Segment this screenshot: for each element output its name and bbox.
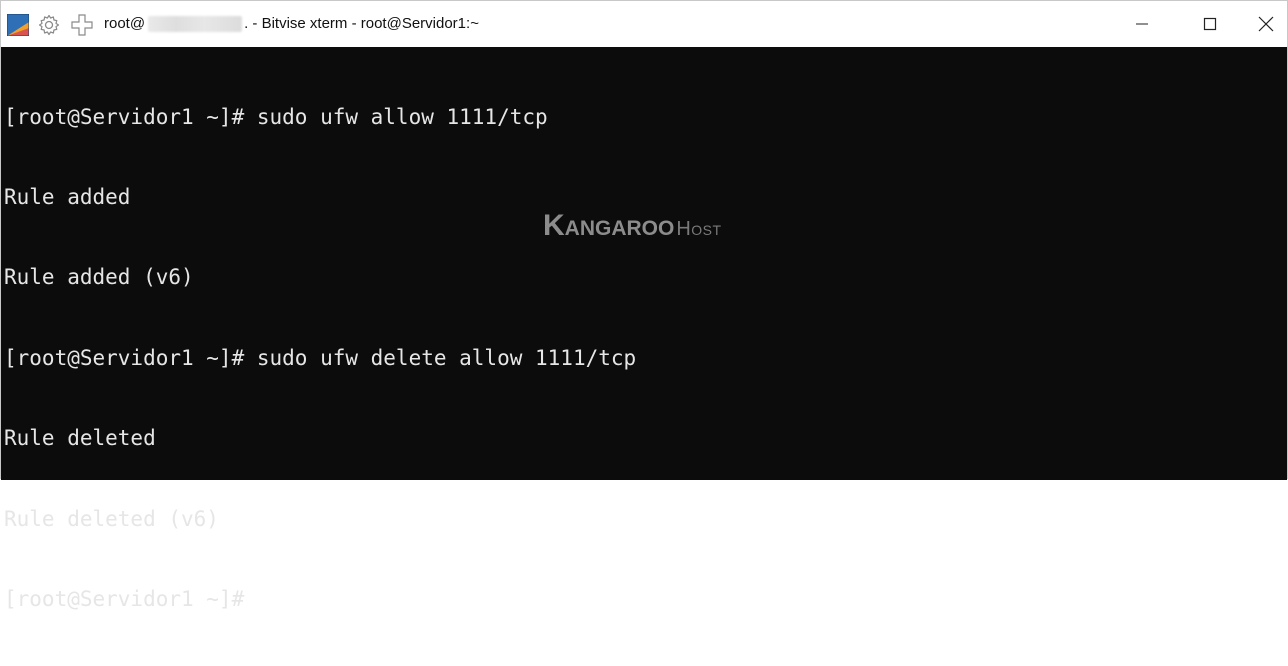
terminal-line: Rule deleted bbox=[4, 426, 156, 451]
watermark-brand: Kangaroo bbox=[543, 209, 675, 242]
close-icon bbox=[1258, 16, 1274, 32]
terminal-line: [root@Servidor1 ~]# sudo ufw allow 1111/… bbox=[4, 104, 548, 129]
kangaroo-host-watermark: Kangaroo Host bbox=[543, 209, 722, 243]
plus-icon[interactable] bbox=[71, 14, 93, 36]
terminal-output[interactable]: [root@Servidor1 ~]# sudo ufw allow 1111/… bbox=[1, 47, 1287, 611]
terminal-line: Rule added bbox=[4, 184, 131, 209]
title-prefix: root@ bbox=[104, 15, 146, 32]
terminal-line: Rule added (v6) bbox=[4, 265, 194, 290]
minimize-icon bbox=[1136, 23, 1148, 25]
maximize-button[interactable] bbox=[1187, 1, 1233, 47]
maximize-icon bbox=[1203, 17, 1217, 31]
watermark-suffix: Host bbox=[676, 218, 722, 240]
window-title: root@ . - Bitvise xterm - root@Servidor1:… bbox=[104, 15, 479, 33]
title-suffix: . - Bitvise xterm - root@Servidor1:~ bbox=[244, 15, 479, 32]
close-button[interactable] bbox=[1243, 1, 1288, 47]
terminal-prompt: [root@Servidor1 ~]# bbox=[4, 586, 245, 611]
gear-icon[interactable] bbox=[38, 14, 60, 36]
redacted-host bbox=[148, 16, 243, 32]
terminal-line: [root@Servidor1 ~]# sudo ufw delete allo… bbox=[4, 345, 637, 370]
minimize-button[interactable] bbox=[1119, 1, 1165, 47]
bitvise-app-icon[interactable] bbox=[6, 13, 30, 37]
terminal-window: root@ . - Bitvise xterm - root@Servidor1:… bbox=[0, 0, 1288, 611]
title-bar[interactable]: root@ . - Bitvise xterm - root@Servidor1:… bbox=[1, 1, 1287, 47]
terminal-line: Rule deleted (v6) bbox=[4, 506, 219, 531]
